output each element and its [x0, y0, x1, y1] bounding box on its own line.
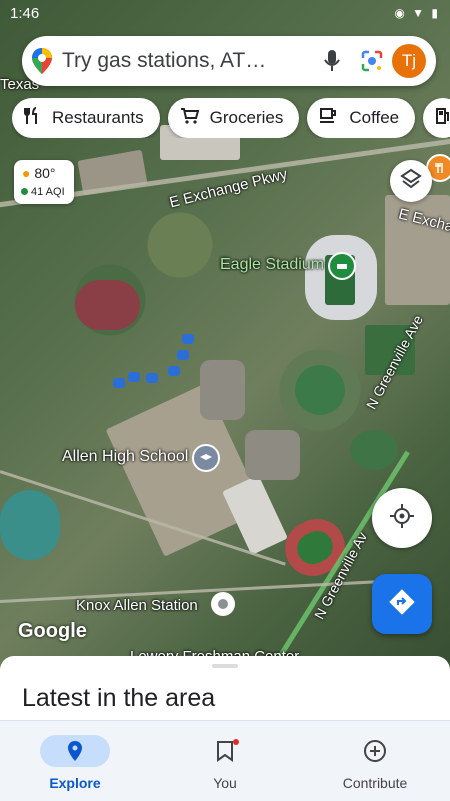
bookmark-icon: [190, 735, 260, 767]
system-icons: ◉ ▼ ▮: [394, 6, 440, 20]
parking-lot: [200, 360, 245, 420]
coffee-icon: [319, 107, 339, 130]
pool: [146, 373, 158, 383]
chip-groceries[interactable]: Groceries: [167, 98, 300, 138]
search-bar[interactable]: Try gas stations, AT… Tj: [22, 36, 436, 86]
tab-label: You: [213, 775, 237, 791]
directions-button[interactable]: [372, 574, 432, 634]
building: [222, 474, 288, 556]
directions-icon: [389, 588, 415, 620]
field: [350, 430, 398, 470]
map-label-eagle-stadium[interactable]: Eagle Stadium: [220, 256, 324, 274]
chip-label: Coffee: [349, 108, 400, 127]
bottom-sheet[interactable]: Latest in the area: [0, 656, 450, 720]
fork-knife-icon: [24, 106, 42, 130]
pool: [182, 334, 194, 344]
sheet-title: Latest in the area: [22, 684, 216, 712]
tab-label: Explore: [49, 775, 101, 791]
status-bar: 1:46 ◉ ▼ ▮: [0, 0, 450, 28]
drag-handle[interactable]: [212, 664, 238, 668]
gas-pump-icon: [435, 107, 450, 130]
tab-you[interactable]: You: [150, 721, 300, 801]
location-pin-icon: [40, 735, 110, 767]
status-time: 1:46: [10, 5, 40, 22]
chip-label: Groceries: [209, 108, 284, 127]
layers-button[interactable]: [390, 160, 432, 202]
lens-icon[interactable]: [352, 49, 392, 73]
tab-contribute[interactable]: Contribute: [300, 721, 450, 801]
chip-restaurants[interactable]: Restaurants: [12, 98, 160, 138]
layers-icon: [400, 168, 422, 195]
field: [75, 280, 140, 330]
parking-lot: [245, 430, 300, 480]
map-label-allen-high[interactable]: Allen High School: [62, 448, 188, 466]
crosshair-icon: [389, 503, 415, 534]
pool: [177, 350, 189, 360]
weather-card[interactable]: ● 80° 41 AQI: [14, 160, 74, 204]
weather-temp: ● 80°: [22, 165, 56, 181]
map-label-knox-station[interactable]: Knox Allen Station: [76, 597, 198, 614]
pool: [168, 366, 180, 376]
cart-icon: [180, 107, 200, 130]
my-location-button[interactable]: [372, 488, 432, 548]
chip-coffee[interactable]: Coffee: [307, 98, 416, 138]
chip-gas[interactable]: [423, 98, 450, 138]
stadium-pin-icon[interactable]: [328, 252, 356, 280]
notification-dot: [233, 739, 239, 745]
search-input[interactable]: Try gas stations, AT…: [62, 49, 312, 73]
aqi-value: 41 AQI: [21, 186, 65, 198]
school-icon[interactable]: [192, 444, 220, 472]
chip-label: Restaurants: [52, 108, 144, 127]
station-icon[interactable]: [211, 592, 235, 616]
pond: [0, 490, 60, 560]
category-chips: Restaurants Groceries Coffee: [12, 98, 450, 138]
maps-logo-icon: [22, 47, 62, 75]
avatar[interactable]: Tj: [392, 44, 426, 78]
pool: [128, 372, 140, 382]
mic-icon[interactable]: [312, 49, 352, 73]
field: [295, 365, 345, 415]
pool: [113, 378, 125, 388]
tab-label: Contribute: [342, 775, 408, 791]
bottom-navigation: Explore You Contribute: [0, 720, 450, 801]
add-circle-icon: [340, 735, 410, 767]
sun-icon: ●: [22, 165, 31, 181]
tab-explore[interactable]: Explore: [0, 721, 150, 801]
google-watermark: Google: [18, 620, 87, 642]
